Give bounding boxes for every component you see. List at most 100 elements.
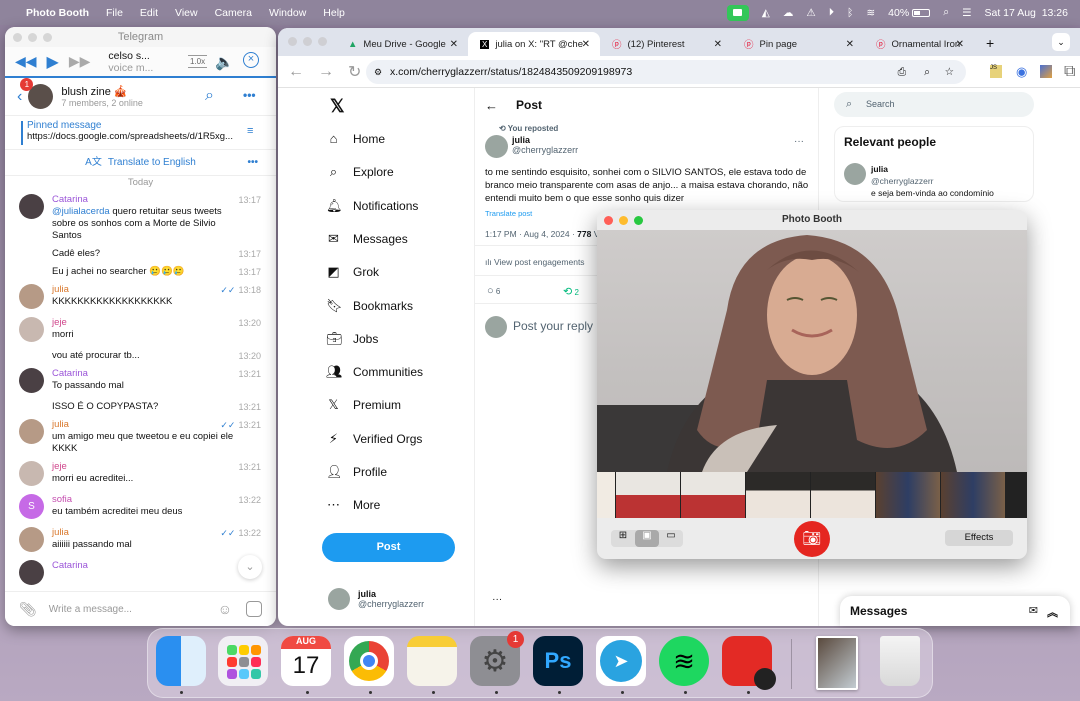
video-message-icon[interactable] — [246, 601, 262, 617]
back-icon[interactable]: ‹ — [17, 88, 22, 106]
minimize-window-button[interactable] — [619, 216, 628, 225]
extension-rainbow-icon[interactable] — [1040, 65, 1052, 78]
nav-more[interactable]: ⋯ More — [326, 497, 380, 513]
control-center-icon[interactable]: ☰ — [962, 7, 971, 19]
bookmark-star-icon[interactable]: ☆ — [945, 60, 954, 84]
tab-x-post[interactable]: Xjulia on X: "RT @che ✕ — [468, 32, 600, 56]
trash-icon[interactable] — [880, 636, 920, 686]
sender-name[interactable]: jeje — [52, 317, 236, 329]
author-avatar[interactable] — [485, 135, 508, 158]
nav-bookmarks[interactable]: 🔖︎ Bookmarks — [326, 298, 413, 314]
chat-message[interactable]: Catarina13:22 — [5, 560, 276, 585]
address-bar[interactable]: ⚙ x.com/cherryglazzerr/status/1824843509… — [366, 60, 966, 84]
view-engagements-link[interactable]: ılı View post engagements — [485, 257, 585, 267]
zoom-window-button[interactable] — [43, 33, 52, 42]
messages-drawer[interactable]: Messages ✉ ︽ — [840, 596, 1070, 626]
chat-message[interactable]: jeje morri 13:20 — [5, 317, 276, 344]
spotify-icon[interactable]: ≋ — [659, 636, 709, 686]
spotlight-search-icon[interactable]: ⌕ — [943, 6, 949, 19]
site-info-icon[interactable]: ⚙ — [374, 60, 382, 84]
chat-message[interactable]: Catarina @julialacerda quero retuitar seu… — [5, 194, 276, 242]
pinned-message[interactable]: Pinned message https://docs.google.com/s… — [5, 116, 276, 150]
bluetooth-icon[interactable]: ᛒ — [847, 7, 853, 19]
play-icon[interactable]: ▶ — [47, 52, 59, 72]
sender-avatar[interactable] — [19, 194, 44, 219]
zoom-window-button[interactable] — [634, 216, 643, 225]
sender-avatar[interactable] — [19, 368, 44, 393]
photo-strip[interactable] — [597, 472, 1027, 518]
downloads-stack-icon[interactable] — [816, 636, 858, 690]
notes-icon[interactable] — [407, 636, 457, 686]
thumbnail[interactable] — [876, 472, 940, 518]
effects-button[interactable]: Effects — [945, 530, 1013, 546]
nav-profile[interactable]: 👤︎ Profile — [326, 464, 387, 480]
chat-message[interactable]: Eu j achei no searcher 🥲🥲🥲 13:17 — [5, 266, 276, 278]
tab-pinterest[interactable]: ⓟ (12) Pinterest ✕ — [600, 32, 732, 56]
back-arrow-icon[interactable]: ← — [485, 98, 498, 113]
nav-verified-orgs[interactable]: ⚡︎ Verified Orgs — [326, 431, 422, 447]
nav-jobs[interactable]: 💼︎ Jobs — [326, 331, 378, 347]
sender-avatar[interactable]: S — [19, 494, 44, 519]
search-icon[interactable]: ⌕ — [205, 87, 214, 105]
menu-camera[interactable]: Camera — [215, 7, 252, 19]
nav-communities[interactable]: 👥︎ Communities — [326, 364, 423, 380]
chat-message[interactable]: ISSO É O COPYPASTA? 13:21 — [5, 401, 276, 413]
relevant-name[interactable]: julia — [871, 163, 994, 175]
menu-window[interactable]: Window — [269, 7, 306, 19]
minimize-window-button[interactable] — [303, 37, 312, 46]
system-settings-icon[interactable]: ⚙ 1 — [470, 631, 524, 686]
sender-avatar[interactable] — [19, 527, 44, 552]
relevant-avatar[interactable] — [844, 163, 866, 185]
close-player-icon[interactable]: × — [243, 52, 259, 68]
wifi-icon[interactable]: ≋ — [866, 7, 875, 19]
sender-name[interactable]: jeje — [52, 461, 236, 473]
volume-icon[interactable]: 🔈 — [215, 53, 234, 71]
play-circle-icon[interactable]: ⏵ — [829, 6, 834, 19]
close-tab-icon[interactable]: ✕ — [956, 39, 964, 50]
attach-icon[interactable]: 📎︎ — [19, 601, 37, 618]
thumbnail[interactable] — [597, 472, 615, 518]
close-tab-icon[interactable]: ✕ — [582, 39, 590, 50]
chat-message[interactable]: julia aiiiiii passando mal ✓✓ 13:22 — [5, 527, 276, 554]
close-tab-icon[interactable]: ✕ — [846, 39, 854, 50]
zoom-icon[interactable]: ⌕ — [924, 60, 930, 84]
zoom-window-button[interactable] — [318, 37, 327, 46]
sender-name[interactable]: julia — [52, 527, 236, 539]
nav-grok[interactable]: ◩ Grok — [326, 264, 379, 280]
emoji-icon[interactable]: ☺ — [218, 601, 232, 617]
sender-name[interactable]: julia — [52, 284, 236, 296]
launchpad-icon[interactable] — [218, 636, 268, 686]
single-photo-mode-icon[interactable]: ▣ — [635, 530, 659, 547]
chrome-icon[interactable] — [344, 636, 394, 686]
nav-notifications[interactable]: 🔔︎ Notifications — [326, 198, 418, 214]
take-photo-button[interactable]: 📷︎ — [794, 521, 830, 557]
sender-avatar[interactable] — [19, 284, 44, 309]
x-search-input[interactable]: ⌕ Search — [834, 92, 1034, 117]
clock[interactable]: Sat 17 Aug 13:26 — [985, 7, 1069, 19]
creative-cloud-icon[interactable]: ☁ — [783, 7, 794, 19]
chat-message[interactable]: julia KKKKKKKKKKKKKKKKKKK ✓✓ 13:18 — [5, 284, 276, 311]
repost-button[interactable]: ⟲ 2 — [563, 285, 579, 298]
thumbnail[interactable] — [681, 472, 745, 518]
battery-status[interactable]: 40% — [888, 7, 931, 19]
minimize-window-button[interactable] — [28, 33, 37, 42]
sender-avatar[interactable] — [19, 419, 44, 444]
menu-edit[interactable]: Edit — [140, 7, 158, 19]
x-logo-icon[interactable]: 𝕏 — [330, 96, 345, 117]
tab-google-drive[interactable]: ▲ Meu Drive - Google ✕ — [336, 32, 468, 56]
chat-message[interactable]: Cadê eles? 13:17 — [5, 248, 276, 260]
menu-app-name[interactable]: Photo Booth — [26, 7, 89, 19]
google-drive-status-icon[interactable]: ◭ — [762, 7, 770, 19]
close-window-button[interactable] — [288, 37, 297, 46]
playback-speed-button[interactable]: 1.0x — [188, 55, 208, 68]
chat-message[interactable]: jeje morri eu acreditei... 13:21 — [5, 461, 276, 488]
thumbnail[interactable] — [746, 472, 810, 518]
grid-mode-icon[interactable]: ⊞ — [611, 530, 635, 547]
facetime-camera-icon[interactable] — [726, 4, 749, 21]
chat-message[interactable]: vou até procurar tb... 13:20 — [5, 350, 276, 362]
post-button[interactable]: Post — [322, 533, 455, 562]
tab-search-button[interactable]: ⌄ — [1052, 33, 1070, 51]
extension-circle-icon[interactable]: ◉ — [1016, 64, 1027, 80]
mention-link[interactable]: @julialacerda — [52, 206, 110, 217]
reload-button[interactable]: ↻ — [348, 62, 361, 82]
